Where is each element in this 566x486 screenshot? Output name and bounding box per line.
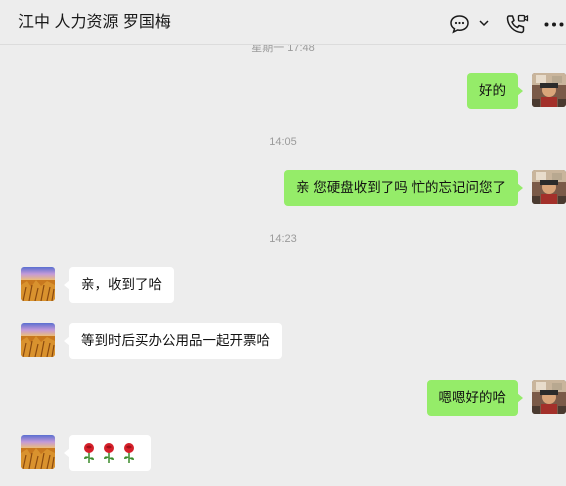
my-message-bubble[interactable]: 亲 您硬盘收到了吗 忙的忘记问您了 <box>283 170 524 206</box>
chat-header: 江中 人力资源 罗国梅 <box>0 0 566 45</box>
more-icon[interactable] <box>544 22 564 27</box>
rose-icon <box>124 443 134 464</box>
chevron-down-icon[interactable] <box>479 19 489 27</box>
contact-message-bubble[interactable]: 等到时后买办公用品一起开票哈 <box>64 323 282 359</box>
timestamp: 14:05 <box>269 136 297 148</box>
contact-avatar[interactable] <box>21 267 55 301</box>
contact-avatar[interactable] <box>21 323 55 357</box>
rose-icon <box>84 443 94 464</box>
contact-emoji-message-bubble[interactable] <box>64 435 151 471</box>
contact-avatar[interactable] <box>21 435 55 469</box>
my-avatar[interactable] <box>532 73 566 107</box>
timestamp: 14:23 <box>269 233 297 245</box>
video-call-icon[interactable] <box>505 13 529 35</box>
my-avatar[interactable] <box>532 170 566 204</box>
chat-bubble-icon[interactable] <box>449 14 470 34</box>
chat-area: 星期一 17:48 好的 14:05 亲 您硬盘收到了吗 忙的忘记问您了 14:… <box>0 0 566 486</box>
my-message-bubble[interactable]: 嗯嗯好的哈 <box>426 380 523 416</box>
rose-icon <box>104 443 114 464</box>
chat-title: 江中 人力资源 罗国梅 <box>18 14 171 31</box>
contact-message-bubble[interactable]: 亲，收到了哈 <box>64 267 174 303</box>
my-avatar[interactable] <box>532 380 566 414</box>
my-message-bubble[interactable]: 好的 <box>467 73 523 109</box>
